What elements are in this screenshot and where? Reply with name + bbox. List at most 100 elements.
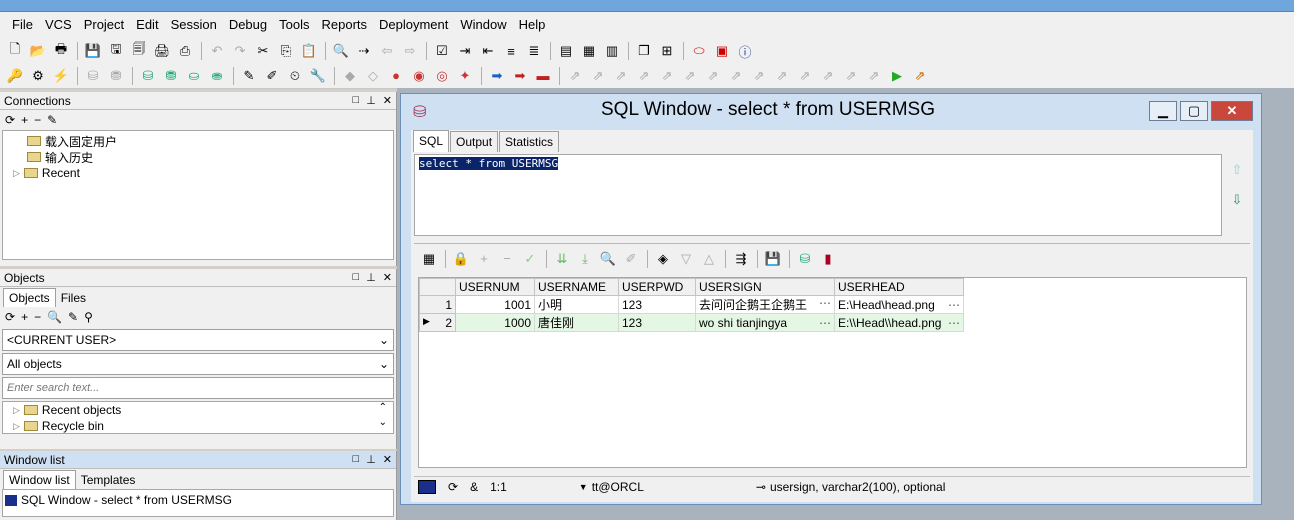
delete-record-icon[interactable]: −: [496, 248, 518, 270]
menu-deployment[interactable]: Deployment: [373, 12, 454, 38]
commit-icon[interactable]: ⛁: [82, 65, 104, 87]
user-select[interactable]: <CURRENT USER> ⌄: [2, 329, 394, 351]
tools2-icon[interactable]: ✐: [261, 65, 283, 87]
ellipsis-icon[interactable]: ⋯: [819, 296, 831, 310]
tab-sql[interactable]: SQL: [413, 130, 450, 152]
connection-dropdown-icon[interactable]: ▼: [579, 482, 588, 492]
table-row[interactable]: ▶ 2 1000 唐佳刚 123 wo shi tianjingya ⋯ E:\\H…: [419, 313, 964, 332]
menu-project[interactable]: Project: [78, 12, 130, 38]
add-icon[interactable]: +: [21, 310, 28, 324]
print-setup-icon[interactable]: ⎙: [174, 40, 196, 62]
info-icon[interactable]: ⓘ: [734, 40, 756, 62]
post-changes-icon[interactable]: ✓: [519, 248, 541, 270]
print-icon[interactable]: 🖨: [151, 40, 173, 62]
close-button[interactable]: ✕: [1211, 101, 1253, 121]
sql-editor[interactable]: select * from USERMSG: [414, 154, 1222, 236]
step9-icon[interactable]: ⇗: [748, 65, 770, 87]
stop-icon[interactable]: ▬: [532, 65, 554, 87]
tab-templates[interactable]: Templates: [75, 471, 141, 489]
menu-session[interactable]: Session: [165, 12, 223, 38]
find-next-icon[interactable]: ⇢: [353, 40, 375, 62]
arrow-down-icon[interactable]: ⇩: [1232, 192, 1243, 208]
cell-username[interactable]: 唐佳刚: [534, 313, 619, 332]
tree-item[interactable]: ▷ Recent objects: [3, 402, 393, 418]
tab-statistics[interactable]: Statistics: [499, 131, 560, 152]
debug4-icon[interactable]: ◉: [408, 65, 430, 87]
clear-icon[interactable]: ✐: [620, 248, 642, 270]
cell-usernum[interactable]: 1001: [455, 295, 535, 314]
comment-icon[interactable]: ≡: [500, 40, 522, 62]
menu-tools[interactable]: Tools: [273, 12, 315, 38]
tree-item[interactable]: 输入历史: [3, 149, 393, 165]
filter-icon[interactable]: ⚲: [84, 310, 93, 324]
query-builder-icon[interactable]: ▦: [578, 40, 600, 62]
table-row[interactable]: 1 1001 小明 123 去问问企鹅王企鹅王 ⋯ E:\Head\head.pn…: [419, 295, 964, 314]
expand-icon[interactable]: ▷: [13, 168, 20, 179]
step14-icon[interactable]: ⇗: [863, 65, 885, 87]
ellipsis-icon[interactable]: ⋯: [819, 316, 831, 330]
menu-help[interactable]: Help: [513, 12, 552, 38]
pin-icon[interactable]: ⊥: [366, 271, 376, 284]
column-header[interactable]: USERHEAD: [834, 278, 964, 296]
break-icon[interactable]: ⚡: [50, 65, 72, 87]
scroll-down-icon[interactable]: ⌄: [379, 417, 387, 428]
uncomment-icon[interactable]: ≣: [523, 40, 545, 62]
tab-output[interactable]: Output: [450, 131, 499, 152]
float-icon[interactable]: □: [353, 453, 360, 466]
db-icon[interactable]: ⛀: [183, 65, 205, 87]
ellipsis-icon[interactable]: ⋯: [948, 298, 960, 312]
save-all-icon[interactable]: 🗐: [128, 40, 150, 62]
indent-icon[interactable]: ⇥: [454, 40, 476, 62]
db2-icon[interactable]: ⛂: [206, 65, 228, 87]
paste-icon[interactable]: 📋: [298, 40, 320, 62]
close-icon[interactable]: ✕: [383, 94, 392, 107]
step6-icon[interactable]: ⇗: [679, 65, 701, 87]
debug2-icon[interactable]: ◇: [362, 65, 384, 87]
describe-icon[interactable]: ▤: [555, 40, 577, 62]
debug3-icon[interactable]: ●: [385, 65, 407, 87]
float-icon[interactable]: □: [353, 94, 360, 107]
tab-objects[interactable]: Objects: [3, 288, 56, 307]
save-icon[interactable]: 💾: [82, 40, 104, 62]
save-icon[interactable]: 💾: [762, 248, 784, 270]
find-icon[interactable]: 🔍: [597, 248, 619, 270]
sort-up-icon[interactable]: △: [698, 248, 720, 270]
new-icon[interactable]: 🗋: [4, 40, 26, 62]
edit-icon[interactable]: ✎: [47, 113, 57, 127]
step4-icon[interactable]: ⇗: [633, 65, 655, 87]
cut-icon[interactable]: ✂: [252, 40, 274, 62]
filter-select[interactable]: All objects ⌄: [2, 353, 394, 375]
tile-icon[interactable]: ⊞: [656, 40, 678, 62]
cell-usersign[interactable]: 去问问企鹅王企鹅王 ⋯: [695, 295, 835, 314]
cell-usernum[interactable]: 1000: [455, 313, 535, 332]
cell-userhead[interactable]: E:\Head\head.png ⋯: [834, 295, 964, 314]
export-icon[interactable]: ⛁: [794, 248, 816, 270]
tree-item[interactable]: ▷ Recent: [3, 165, 393, 181]
cell-usersign[interactable]: wo shi tianjingya ⋯: [695, 313, 835, 332]
column-header[interactable]: USERSIGN: [695, 278, 835, 296]
pin-icon[interactable]: ⊥: [366, 453, 376, 466]
expand-icon[interactable]: ▷: [13, 405, 20, 416]
insert-record-icon[interactable]: +: [473, 248, 495, 270]
key-icon[interactable]: 🔑: [4, 65, 26, 87]
connection-name[interactable]: tt@ORCL: [592, 480, 644, 494]
column-header[interactable]: USERNAME: [534, 278, 619, 296]
tree-item[interactable]: ▷ Recycle bin: [3, 418, 393, 434]
cell-userpwd[interactable]: 123: [618, 295, 696, 314]
menu-reports[interactable]: Reports: [315, 12, 373, 38]
step3-icon[interactable]: ⇗: [610, 65, 632, 87]
check-icon[interactable]: ☑: [431, 40, 453, 62]
step11-icon[interactable]: ⇗: [794, 65, 816, 87]
menu-vcs[interactable]: VCS: [39, 12, 78, 38]
lock-icon[interactable]: 🔒: [450, 248, 472, 270]
find-icon[interactable]: 🔍: [47, 310, 62, 324]
close-icon[interactable]: ✕: [383, 271, 392, 284]
arrow-right-blue-icon[interactable]: ➡: [486, 65, 508, 87]
rollback-icon[interactable]: ⛃: [105, 65, 127, 87]
query-by-example-icon[interactable]: ◈: [652, 248, 674, 270]
tree-item[interactable]: 载入固定用户: [3, 133, 393, 149]
redo-icon[interactable]: ↷: [229, 40, 251, 62]
print-preview-icon[interactable]: 🖶: [50, 40, 72, 62]
step2-icon[interactable]: ⇗: [587, 65, 609, 87]
menu-window[interactable]: Window: [454, 12, 512, 38]
